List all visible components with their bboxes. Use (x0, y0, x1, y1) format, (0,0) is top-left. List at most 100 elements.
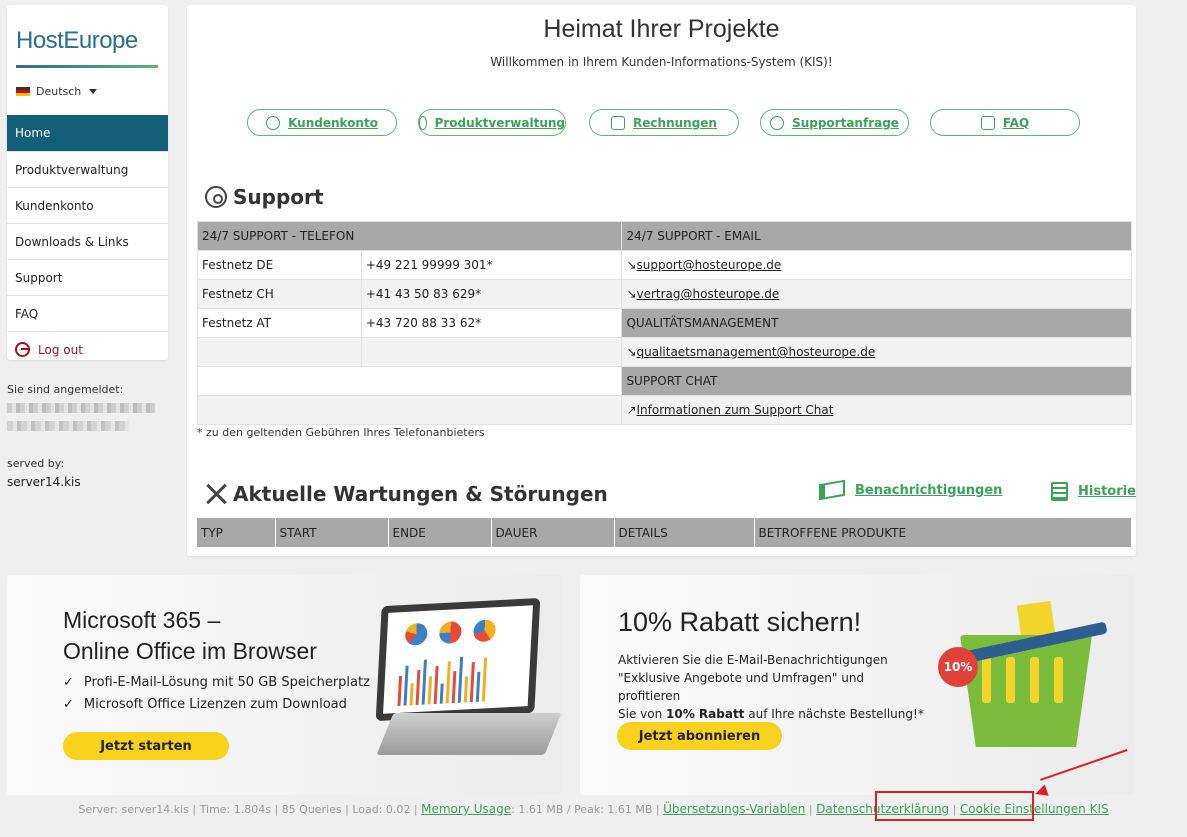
discount-banner-text: Aktivieren Sie die E-Mail-Benachrichtigu… (618, 651, 928, 723)
discount-text-post: auf Ihre nächste Bestellung!* (744, 707, 924, 721)
logout-icon (15, 342, 30, 357)
notifications-link[interactable]: Benachrichtigungen (819, 479, 1003, 501)
memory-usage-link[interactable]: Memory Usage (421, 802, 511, 816)
logout-button[interactable]: Log out (7, 331, 168, 367)
caret-down-icon (89, 89, 98, 94)
sidebar-item-kundenkonto[interactable]: Kundenkonto (7, 187, 168, 223)
column-header: ENDE (388, 518, 492, 547)
tools-icon (205, 483, 227, 505)
sidebar-item-faq[interactable]: FAQ (7, 295, 168, 331)
pie-chart-icon (404, 622, 428, 646)
logout-label: Log out (38, 342, 83, 357)
user-icon (266, 115, 281, 130)
email-link-vertrag[interactable]: vertrag@hosteurope.de (637, 287, 780, 301)
office-title-line1: Microsoft 365 – (63, 607, 221, 633)
office-title-line2: Online Office im Browser (63, 638, 317, 664)
quicklink-label: Kundenkonto (288, 115, 378, 130)
email-cell: ↘support@hosteurope.de (621, 250, 1132, 280)
column-header: BETROFFENE PRODUKTE (754, 518, 1132, 547)
phone-label: Festnetz AT (197, 308, 362, 338)
subscribe-cta-button[interactable]: Jetzt abonnieren (617, 722, 782, 750)
footer-server-info: Server: server14.kis | Time: 1.804s | 85… (78, 803, 418, 816)
maintenance-heading-text: Aktuelle Wartungen & Störungen (233, 482, 608, 506)
quicklink-kundenkonto[interactable]: Kundenkonto (247, 109, 397, 136)
quicklink-label: Supportanfrage (792, 115, 899, 130)
language-label: Deutsch (36, 85, 82, 98)
gear-icon (419, 115, 427, 130)
host-europe-logo[interactable]: HostEurope (16, 29, 158, 69)
quicklink-label: FAQ (1002, 115, 1030, 130)
logged-in-label: Sie sind angemeldet: (7, 383, 124, 396)
page-title: Heimat Ihrer Projekte (543, 15, 780, 43)
sidebar-item-support[interactable]: Support (7, 259, 168, 295)
column-header: TYP (197, 518, 276, 547)
phone-number: +49 221 99999 301* (360, 250, 623, 280)
quicklink-produktverwaltung[interactable]: Produktverwaltung (418, 109, 566, 136)
invoice-icon (611, 115, 626, 130)
megaphone-icon (819, 479, 845, 501)
served-by-label: served by: (7, 457, 65, 470)
main-panel: Heimat Ihrer Projekte Willkommen in Ihre… (187, 5, 1136, 556)
office-banner-title: Microsoft 365 – Online Office im Browser (63, 605, 317, 667)
discount-text-line: "Exklusive Angebote und Umfragen" und pr… (618, 671, 865, 703)
support-heading: Support (205, 185, 323, 209)
laptop-screen-content (383, 605, 533, 714)
translation-variables-link[interactable]: Übersetzungs-Variablen (663, 802, 805, 816)
phone-label: Festnetz DE (197, 250, 362, 280)
email-cell: ↘vertrag@hosteurope.de (621, 279, 1132, 309)
redacted-username (7, 403, 155, 413)
office-bullet: ✓ Profi-E-Mail-Lösung mit 50 GB Speicher… (63, 675, 370, 690)
redacted-account (7, 421, 129, 431)
email-header: 24/7 SUPPORT - EMAIL (621, 221, 1132, 251)
logo-text: HostEurope (16, 27, 138, 54)
support-table: 24/7 SUPPORT - TELEFON 24/7 SUPPORT - EM… (196, 221, 1132, 425)
office-banner[interactable]: Microsoft 365 – Online Office im Browser… (7, 575, 562, 795)
column-header: START (275, 518, 389, 547)
maintenance-heading: Aktuelle Wartungen & Störungen (205, 482, 608, 506)
quicklink-label: Produktverwaltung (434, 115, 565, 130)
laptop-illustration (375, 597, 541, 722)
sidebar-item-produktverwaltung[interactable]: Produktverwaltung (7, 151, 168, 187)
laptop-keyboard (376, 713, 562, 755)
bar-chart-icon (397, 650, 510, 706)
empty-cell (197, 337, 362, 367)
support-agent-icon (770, 115, 785, 130)
pie-chart-icon (472, 619, 497, 643)
history-link[interactable]: Historie (1051, 482, 1136, 501)
office-bullet-text: Microsoft Office Lizenzen zum Download (83, 697, 347, 712)
phone-footnote: * zu den geltenden Gebühren Ihres Telefo… (197, 426, 485, 439)
empty-cell (196, 366, 623, 396)
german-flag-icon (16, 87, 30, 96)
column-header: DETAILS (614, 518, 755, 547)
highlight-box (875, 791, 1034, 821)
discount-text-pre: Sie von (618, 707, 667, 721)
quicklink-faq[interactable]: FAQ (930, 109, 1080, 136)
quicklink-rechnungen[interactable]: Rechnungen (589, 109, 739, 136)
email-link-support[interactable]: support@hosteurope.de (637, 258, 782, 272)
chat-header: SUPPORT CHAT (621, 366, 1132, 396)
sidebar-nav: Home Produktverwaltung Kundenkonto Downl… (7, 115, 168, 367)
office-bullet-text: Profi-E-Mail-Lösung mit 50 GB Speicherpl… (83, 675, 370, 690)
discount-banner[interactable]: 10% Rabatt sichern! Aktivieren Sie die E… (580, 575, 1135, 795)
chat-cell: ↗Informationen zum Support Chat (621, 395, 1132, 425)
quicklink-supportanfrage[interactable]: Supportanfrage (760, 109, 909, 136)
support-chat-link[interactable]: Informationen zum Support Chat (637, 403, 834, 417)
sidebar-item-downloads[interactable]: Downloads & Links (7, 223, 168, 259)
notifications-label: Benachrichtigungen (855, 482, 1003, 498)
email-link-quality[interactable]: qualitaetsmanagement@hosteurope.de (637, 345, 876, 359)
discount-text-line: Aktivieren Sie die E-Mail-Benachrichtigu… (618, 653, 888, 667)
empty-cell (360, 337, 623, 367)
sidebar-item-home[interactable]: Home (7, 115, 168, 151)
column-header: DAUER (491, 518, 615, 547)
office-cta-button[interactable]: Jetzt starten (63, 732, 229, 760)
phone-header: 24/7 SUPPORT - TELEFON (196, 221, 623, 251)
discount-banner-title: 10% Rabatt sichern! (618, 607, 862, 637)
page-subtitle: Willkommen in Ihrem Kunden-Informations-… (490, 55, 833, 69)
empty-cell (196, 395, 623, 425)
phone-number: +43 720 88 33 62* (360, 308, 623, 338)
language-selector[interactable]: Deutsch (16, 85, 98, 98)
pie-chart-icon (438, 620, 463, 645)
faq-icon (980, 115, 995, 130)
discount-text-bold: 10% Rabatt (666, 707, 745, 721)
footer-memory-info: : 1.61 MB / Peak: 1.61 MB | (511, 803, 660, 816)
